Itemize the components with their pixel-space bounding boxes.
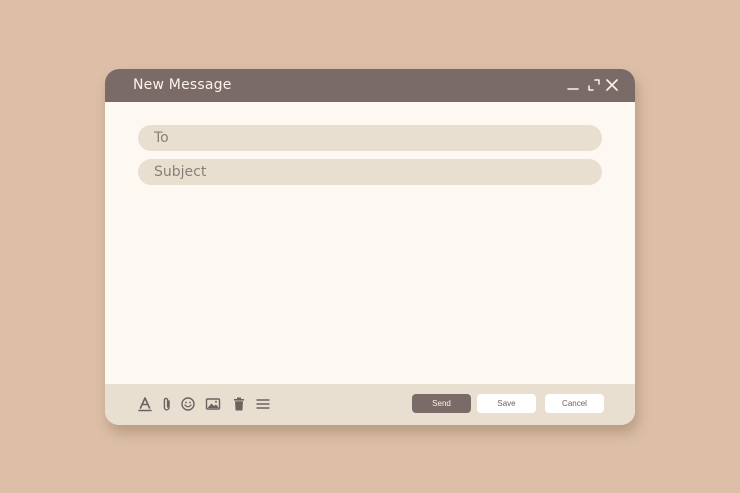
maximize-icon[interactable] <box>587 78 601 92</box>
window-title: New Message <box>133 77 232 93</box>
compose-window: New Message To Subject Send Save Cancel <box>105 69 635 425</box>
close-icon[interactable] <box>605 78 619 92</box>
send-button[interactable]: Send <box>412 394 471 413</box>
save-button[interactable]: Save <box>477 394 536 413</box>
menu-lines-icon[interactable] <box>255 396 271 412</box>
message-body[interactable] <box>138 194 602 374</box>
text-format-icon[interactable] <box>137 396 153 412</box>
compose-toolbar: Send Save Cancel <box>105 384 635 425</box>
subject-input[interactable] <box>138 159 602 185</box>
to-input[interactable] <box>138 125 602 151</box>
emoji-icon[interactable] <box>180 396 196 412</box>
trash-icon[interactable] <box>231 396 247 412</box>
title-bar[interactable]: New Message <box>105 69 635 102</box>
paperclip-icon[interactable] <box>159 396 175 412</box>
minimize-icon[interactable] <box>566 78 580 92</box>
cancel-button[interactable]: Cancel <box>545 394 604 413</box>
subject-field <box>138 159 602 185</box>
image-icon[interactable] <box>205 396 221 412</box>
to-field <box>138 125 602 151</box>
